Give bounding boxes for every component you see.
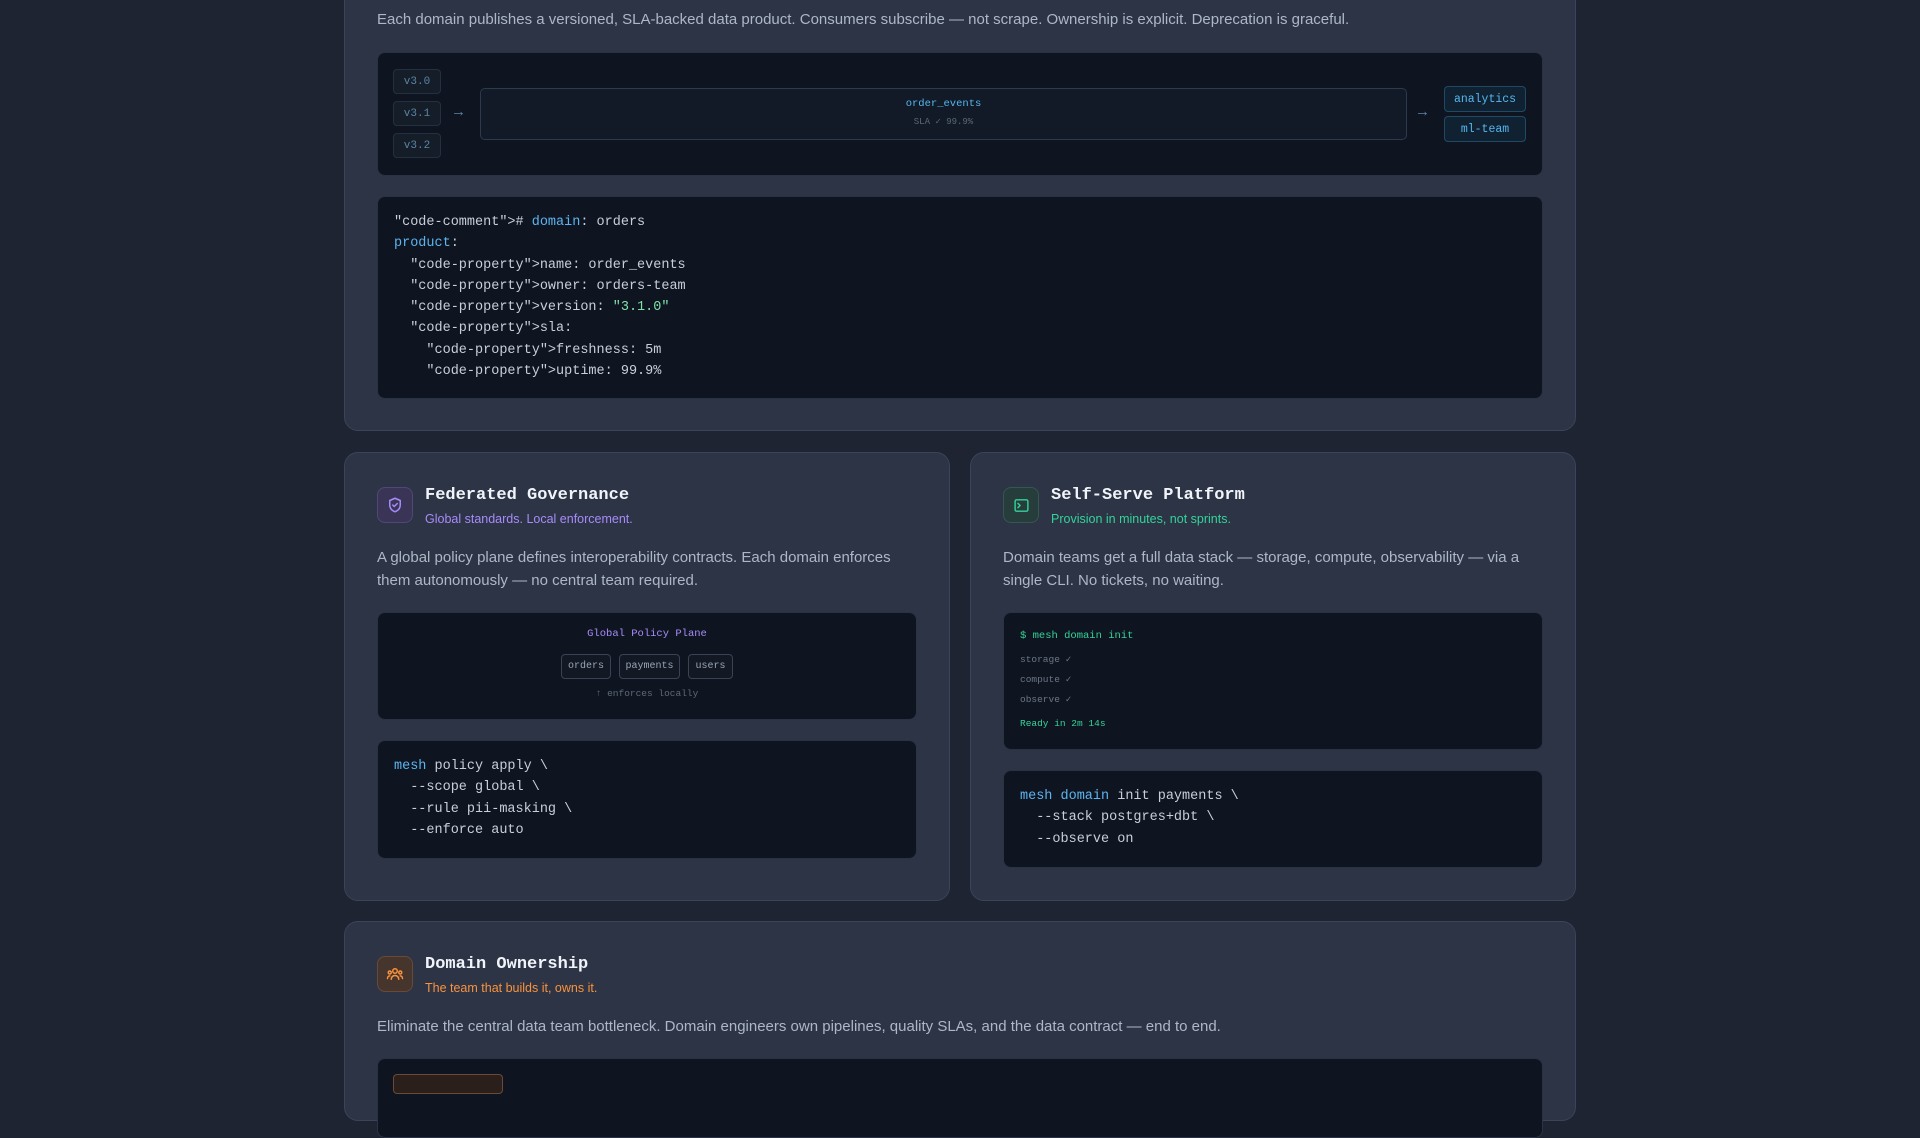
code-line: mesh domain init payments \: [1020, 789, 1239, 804]
domain-pill: payments: [619, 654, 680, 679]
code-line: --rule pii-masking \: [394, 801, 573, 817]
code-line: "code-comment"># domain: orders: [394, 215, 646, 230]
card-subtitle: Provision in minutes, not sprints.: [1051, 512, 1231, 526]
arrow-right-icon: →: [454, 104, 464, 121]
arrow-right-icon: →: [1418, 104, 1428, 121]
card-title: Self-Serve Platform: [1051, 486, 1245, 505]
ownership-chip: [393, 1074, 503, 1094]
data-product-name: order_events: [905, 98, 982, 110]
card-subtitle: Global standards. Local enforcement.: [425, 512, 633, 526]
platform-description: Domain teams get a full data stack — sto…: [1003, 549, 1520, 589]
terminal-step: storage ✓: [1020, 654, 1072, 665]
code-line: "code-property">owner: orders-team: [394, 278, 686, 294]
code-line: "code-property">name: order_events: [394, 257, 686, 273]
data-product-sla: SLA ✓ 99.9%: [913, 117, 974, 127]
code-line: --observe on: [1020, 831, 1134, 847]
shield-icon: [377, 487, 413, 523]
card-title: Domain Ownership: [425, 955, 589, 974]
governance-description: A global policy plane defines interopera…: [377, 549, 891, 589]
platform-code: mesh domain init payments \ --stack post…: [1020, 786, 1239, 850]
terminal-command: $ mesh domain init: [1020, 630, 1134, 642]
terminal-ready: Ready in 2m 14s: [1020, 718, 1106, 729]
code-line: product:: [394, 236, 459, 252]
version-pill: v3.2: [393, 133, 441, 158]
terminal-icon: [1003, 487, 1039, 523]
code-line: --enforce auto: [394, 822, 524, 838]
team-icon: [377, 956, 413, 992]
version-pill: v3.0: [393, 69, 441, 94]
consumer-pill: ml-team: [1444, 116, 1526, 142]
terminal-step: compute ✓: [1020, 674, 1072, 685]
data-product-description: Each domain publishes a versioned, SLA-b…: [377, 11, 1350, 28]
product-spec-code: "code-comment"># domain: orders product:…: [394, 212, 686, 382]
data-product-node: order_events SLA ✓ 99.9%: [480, 88, 1407, 140]
consumer-pill: analytics: [1444, 86, 1526, 112]
domain-pill: orders: [561, 654, 611, 679]
domain-pill: users: [688, 654, 733, 679]
version-pill: v3.1: [393, 101, 441, 126]
code-line: mesh policy apply \: [394, 759, 548, 774]
code-line: "code-property">freshness: 5m: [394, 342, 662, 358]
code-line: "code-property">uptime: 99.9%: [394, 364, 662, 380]
code-line: "code-property">sla:: [394, 321, 573, 337]
governance-code: mesh policy apply \ --scope global \ --r…: [394, 756, 572, 841]
code-line: --stack postgres+dbt \: [1020, 810, 1215, 826]
code-line: --scope global \: [394, 780, 540, 796]
terminal-step: observe ✓: [1020, 694, 1072, 705]
enforce-note: ↑ enforces locally: [595, 688, 699, 699]
card-subtitle: The team that builds it, owns it.: [425, 981, 598, 995]
policy-plane-label: Global Policy Plane: [587, 628, 707, 640]
code-line: "code-property">version: "3.1.0": [394, 300, 670, 316]
ownership-diagram: [377, 1058, 1543, 1138]
ownership-description: Eliminate the central data team bottlene…: [377, 1018, 1221, 1035]
card-title: Federated Governance: [425, 486, 630, 505]
